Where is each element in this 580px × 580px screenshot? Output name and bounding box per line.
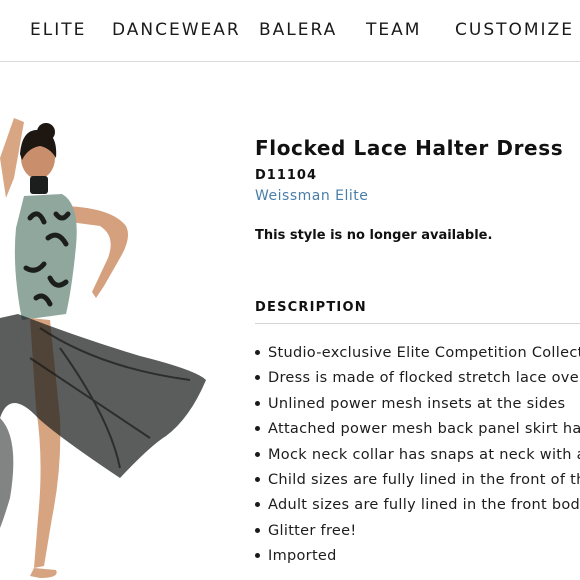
availability-message: This style is no longer available. (255, 228, 493, 243)
nav-team[interactable]: TEAM (366, 20, 421, 40)
list-item: Glitter free! (255, 521, 580, 546)
product-sku: D11104 (255, 168, 318, 183)
nav-elite[interactable]: ELITE (30, 20, 86, 40)
description-heading: DESCRIPTION (255, 300, 580, 324)
top-navigation: ELITE DANCEWEAR BALERA TEAM CUSTOMIZE (0, 0, 580, 62)
list-item: Unlined power mesh insets at the sides (255, 394, 580, 419)
list-item: Child sizes are fully lined in the front… (255, 470, 580, 495)
list-item: Dress is made of flocked stretch lace ov… (255, 368, 580, 393)
list-item: Adult sizes are fully lined in the front… (255, 495, 580, 520)
list-item: Studio-exclusive Elite Competition Colle… (255, 343, 580, 368)
product-title: Flocked Lace Halter Dress (255, 136, 564, 160)
nav-balera[interactable]: BALERA (259, 20, 337, 40)
nav-dancewear[interactable]: DANCEWEAR (112, 20, 241, 40)
product-image[interactable] (0, 118, 225, 580)
list-item: Attached power mesh back panel skirt has (255, 419, 580, 444)
nav-customize[interactable]: CUSTOMIZE (455, 20, 574, 40)
dancer-illustration (0, 118, 206, 578)
list-item: Mock neck collar has snaps at neck with … (255, 445, 580, 470)
brand-link[interactable]: Weissman Elite (255, 188, 368, 204)
list-item: Imported (255, 546, 580, 571)
description-list: Studio-exclusive Elite Competition Colle… (255, 343, 580, 572)
